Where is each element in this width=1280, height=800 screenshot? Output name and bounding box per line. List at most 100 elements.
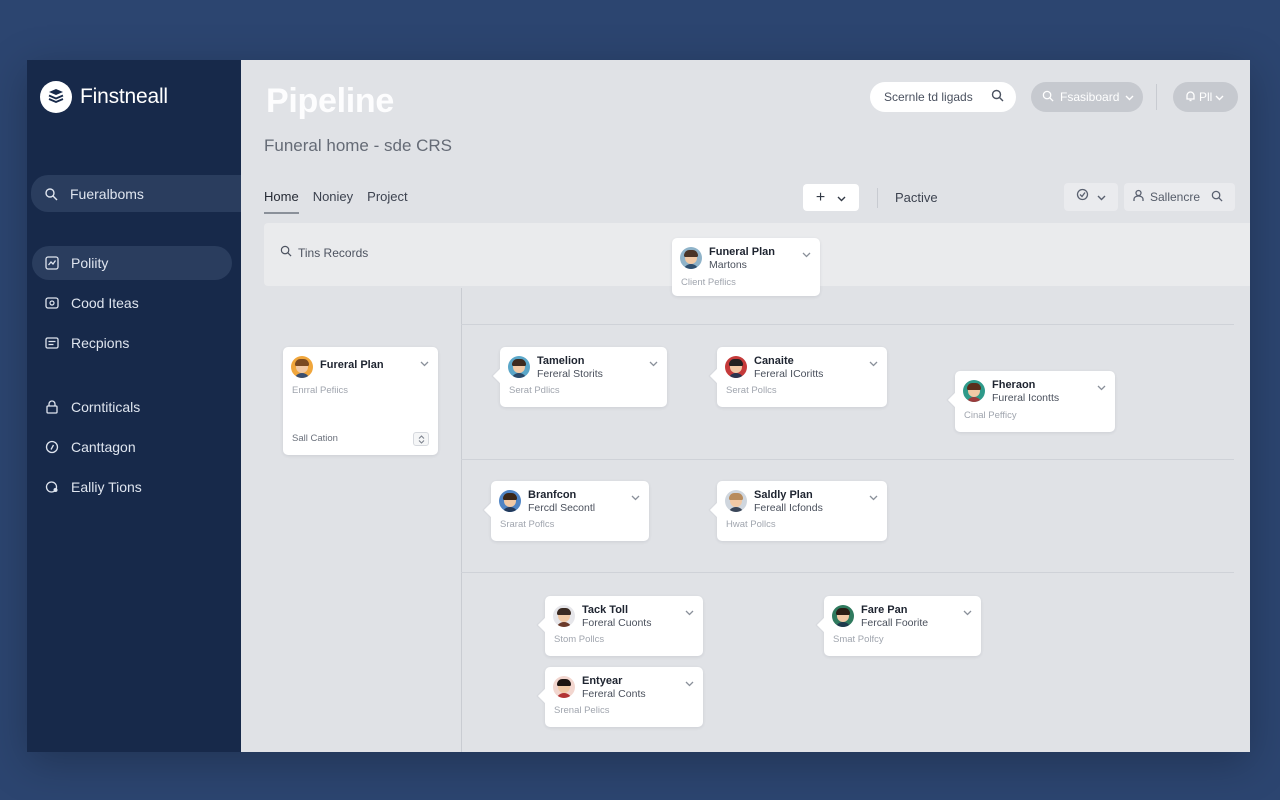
pipeline-card[interactable]: Tack Toll Foreral Cuonts Stom Pollcs: [537, 596, 703, 656]
card-subtitle: Foreral Cuonts: [582, 617, 652, 629]
pipeline-card[interactable]: Funeral Plan Martons Client Peflics: [672, 238, 820, 296]
sidebar-item-ealliy-tions[interactable]: Ealliy Tions: [32, 470, 232, 504]
card-name: Fureral Plan: [320, 359, 384, 371]
card-header: Tack Toll Foreral Cuonts: [553, 604, 651, 630]
card-footer: Client Peflics: [681, 277, 736, 288]
card-header: Branfcon Fercdl Secontl: [499, 489, 595, 515]
card-header: Tamelion Fereral Storits: [508, 355, 603, 381]
card-footer: Hwat Pollcs: [726, 519, 776, 530]
card-subtitle: Fereral Conts: [582, 688, 646, 700]
page-subtitle: Funeral home - sde CRS: [264, 136, 453, 155]
user-menu-button[interactable]: Pll: [1173, 82, 1238, 112]
card-footer: Srenal Pelics: [554, 705, 610, 716]
pipeline-card[interactable]: Fheraon Fureral Icontts Cinal Pefficy: [947, 371, 1115, 432]
card-name: Entyear: [582, 675, 623, 687]
card-header: Fare Pan Fercall Foorite: [832, 604, 928, 630]
card-footer: Serat Pollcs: [726, 385, 777, 396]
sidebar-item-canttagon[interactable]: Canttagon: [32, 430, 232, 464]
card-header: Saldly Plan Fereall Icfonds: [725, 489, 823, 515]
sidebar-item-corntiticals[interactable]: Corntiticals: [32, 390, 232, 424]
dashboard-label: Fsasiboard: [1060, 90, 1120, 104]
dashboard-button[interactable]: Fsasiboard: [1031, 82, 1143, 112]
tab-project[interactable]: Project: [367, 189, 407, 214]
chevron-down-icon[interactable]: [631, 488, 640, 506]
pipeline-card[interactable]: Fare Pan Fercall Foorite Smat Polfcy: [816, 596, 981, 656]
sidebar-item-poliity[interactable]: Poliity: [32, 246, 232, 280]
sort-icon[interactable]: [413, 432, 429, 446]
card-extra: Sall Cation: [292, 433, 338, 444]
card-name: Canaite: [754, 355, 794, 367]
records-label-text: Tins Records: [298, 245, 369, 260]
card-footer: Srarat Poflcs: [500, 519, 555, 530]
chevron-down-icon[interactable]: [963, 603, 972, 621]
lock-icon: [44, 400, 59, 415]
pipeline-card[interactable]: Tamelion Fereral Storits Serat Pdlics: [492, 347, 667, 407]
add-button[interactable]: +: [803, 184, 859, 211]
sidebar-item-label: Ealliy Tions: [71, 479, 142, 495]
chevron-down-icon[interactable]: [420, 354, 429, 372]
pipeline-card[interactable]: Canaite Fereral ICoritts Serat Pollcs: [709, 347, 887, 407]
bell-icon: [1185, 90, 1196, 105]
row-divider: [461, 572, 1234, 573]
folder-icon: [44, 296, 59, 311]
row-divider: [461, 324, 1234, 325]
records-label[interactable]: Tins Records: [280, 245, 368, 260]
avatar: [553, 605, 575, 627]
sidebar-item-cood-iteas[interactable]: Cood Iteas: [32, 286, 232, 320]
chevron-down-icon[interactable]: [1097, 378, 1106, 396]
tab-home[interactable]: Home: [264, 189, 299, 214]
search-input[interactable]: Scernle td ligads: [870, 82, 1016, 112]
chevron-down-icon[interactable]: [685, 603, 694, 621]
filter-button[interactable]: [1064, 183, 1118, 211]
pipeline-card[interactable]: Saldly Plan Fereall Icfonds Hwat Pollcs: [709, 481, 887, 541]
tab-bar: Home Noniey Project: [264, 189, 408, 214]
sidebar: Finstneall Fueralboms Poliity Cood Iteas: [27, 60, 245, 752]
sidebar-item-label: Fueralboms: [70, 185, 144, 202]
page-title: Pipeline: [266, 82, 394, 120]
sidebar-item-recpions[interactable]: Recpions: [32, 326, 232, 360]
brand-name: Finstneall: [80, 85, 168, 108]
chevron-down-icon[interactable]: [649, 354, 658, 372]
tab-noniey[interactable]: Noniey: [313, 189, 353, 214]
avatar: [832, 605, 854, 627]
card-footer: Cinal Pefficy: [964, 410, 1017, 421]
card-header: Canaite Fereral ICoritts: [725, 355, 823, 381]
sidebar-item-label: Poliity: [71, 255, 109, 271]
card-name: Fare Pan: [861, 604, 908, 616]
chevron-down-icon[interactable]: [869, 354, 878, 372]
pipeline-card[interactable]: Fureral Plan Enrral Pefiics Sall Cation: [283, 347, 438, 455]
card-name: Tamelion: [537, 355, 585, 367]
sidebar-item-label: Corntiticals: [71, 399, 141, 415]
avatar: [725, 356, 747, 378]
sales-search-button[interactable]: Sallencre: [1124, 183, 1235, 211]
card-subtitle: Fureral Icontts: [992, 392, 1060, 404]
card-subtitle: Fereral Storits: [537, 368, 603, 380]
brand[interactable]: Finstneall: [40, 81, 168, 113]
filter-icon: [1076, 188, 1089, 206]
card-name: Branfcon: [528, 489, 577, 501]
card-subtitle: Martons: [709, 259, 747, 271]
chart-icon: [44, 256, 59, 271]
app-window: Finstneall Fueralboms Poliity Cood Iteas: [27, 60, 1250, 752]
card-name: Tack Toll: [582, 604, 629, 616]
avatar: [680, 247, 702, 269]
sidebar-item-label: Canttagon: [71, 439, 136, 455]
chevron-down-icon[interactable]: [802, 245, 811, 263]
pipeline-card[interactable]: Branfcon Fercdl Secontl Srarat Poflcs: [483, 481, 649, 541]
search-icon: [280, 245, 292, 260]
chevron-down-icon: [1125, 90, 1134, 104]
badge-icon: [44, 480, 59, 495]
user-label: Pll: [1199, 90, 1213, 104]
pipeline-card[interactable]: Entyear Fereral Conts Srenal Pelics: [537, 667, 703, 727]
search-icon: [991, 89, 1004, 105]
view-label[interactable]: Pactive: [895, 190, 938, 205]
card-name: Funeral Plan: [709, 246, 776, 258]
card-footer: Serat Pdlics: [509, 385, 560, 396]
chevron-down-icon[interactable]: [685, 674, 694, 692]
search-icon: [1211, 190, 1223, 205]
sidebar-item-fueralboms[interactable]: Fueralboms: [31, 175, 245, 212]
card-footer: Smat Polfcy: [833, 634, 884, 645]
column-divider: [461, 288, 462, 752]
chevron-down-icon[interactable]: [869, 488, 878, 506]
card-footer: Stom Pollcs: [554, 634, 605, 645]
